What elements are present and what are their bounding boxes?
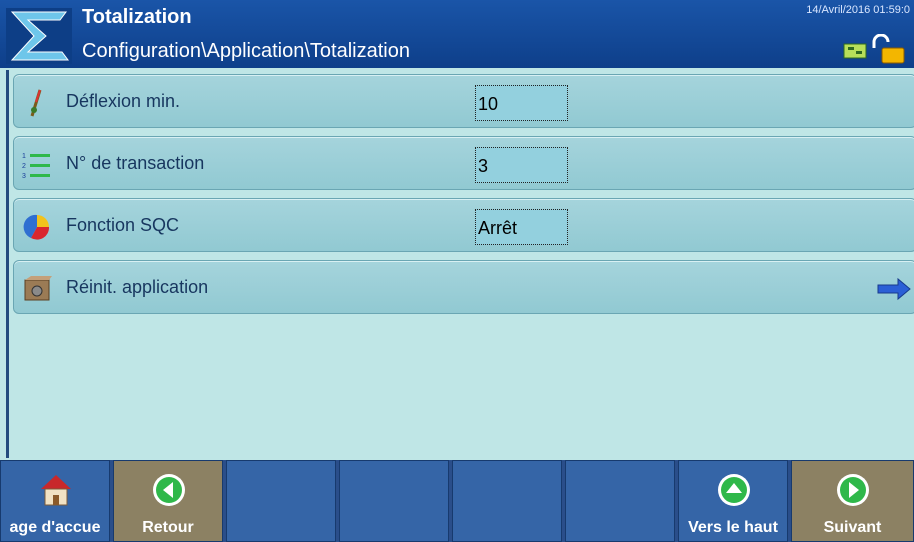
- pie-chart-icon: [23, 214, 50, 240]
- row-label: Réinit. application: [66, 277, 209, 297]
- home-icon: [41, 475, 71, 506]
- svg-text:3: 3: [22, 173, 26, 180]
- setting-row-transaction-number[interactable]: 1 2 3 N° de transaction 3: [13, 136, 914, 190]
- sigma-logo-icon: [6, 8, 72, 64]
- back-arrow-icon: [153, 474, 185, 506]
- svg-text:2: 2: [22, 163, 26, 170]
- reset-box-icon: [24, 276, 52, 301]
- header-bar: Totalization Configuration\Application\T…: [0, 0, 914, 68]
- back-softkey[interactable]: Retour: [113, 460, 223, 542]
- softkey-empty-2[interactable]: [339, 460, 449, 542]
- home-softkey[interactable]: age d'accue: [0, 460, 110, 542]
- softkey-bar: age d'accue Retour Vers le haut Suivant: [0, 460, 914, 542]
- softkey-empty-1[interactable]: [226, 460, 336, 542]
- next-arrow-icon: [837, 474, 869, 506]
- arrow-right-icon: [877, 277, 911, 301]
- softkey-label: Retour: [142, 519, 194, 536]
- setting-row-deflexion-min[interactable]: Déflexion min. 10: [13, 74, 914, 128]
- softkey-label: Suivant: [823, 519, 882, 536]
- status-icons: [843, 34, 905, 64]
- scroll-up-softkey[interactable]: Vers le haut: [678, 460, 788, 542]
- setting-row-sqc-function[interactable]: Fonction SQC Arrêt: [13, 198, 914, 252]
- next-softkey[interactable]: Suivant: [791, 460, 914, 542]
- svg-text:1: 1: [22, 153, 26, 160]
- settings-list: Déflexion min. 10 1 2 3 N° de transactio…: [6, 70, 914, 458]
- softkey-label: Vers le haut: [688, 519, 778, 536]
- unlocked-padlock-icon: [872, 34, 905, 64]
- numbered-list-icon: 1 2 3: [22, 153, 50, 180]
- deflexion-min-field[interactable]: 10: [475, 85, 568, 121]
- softkey-empty-4[interactable]: [565, 460, 675, 542]
- datetime-text: 14/Avril/2016 01:59:0: [806, 4, 910, 16]
- row-label: N° de transaction: [66, 153, 205, 173]
- setting-row-reset-application[interactable]: Réinit. application: [13, 260, 914, 314]
- scale-status-icon: [843, 43, 867, 59]
- page-title: Totalization: [82, 6, 192, 28]
- transaction-number-field[interactable]: 3: [475, 147, 568, 183]
- deflection-icon: [30, 89, 42, 117]
- up-arrow-icon: [718, 474, 750, 506]
- sqc-function-field[interactable]: Arrêt: [475, 209, 568, 245]
- breadcrumb: Configuration\Application\Totalization: [82, 40, 410, 62]
- softkey-empty-3[interactable]: [452, 460, 562, 542]
- softkey-label: age d'accue: [9, 519, 101, 536]
- row-label: Déflexion min.: [66, 91, 181, 111]
- row-label: Fonction SQC: [66, 215, 180, 235]
